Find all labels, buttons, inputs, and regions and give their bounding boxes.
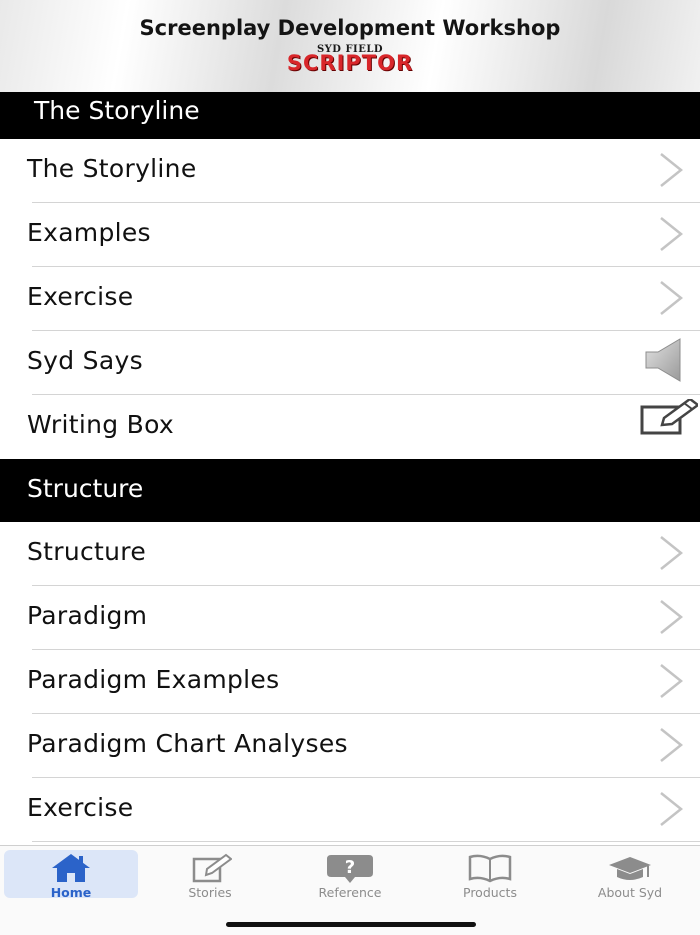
- list-item-examples[interactable]: Examples: [0, 203, 700, 267]
- tab-label: Products: [463, 885, 517, 900]
- app-header: Screenplay Development Workshop SYD FIEL…: [0, 0, 700, 92]
- scriptor-logo: SCRIPTOR: [286, 51, 414, 75]
- list-item-label: Examples: [27, 218, 151, 247]
- tab-home[interactable]: Home: [4, 850, 138, 900]
- list-item-label: Syd Says: [27, 346, 143, 375]
- tab-stories[interactable]: Stories: [143, 850, 277, 900]
- section-title: The Storyline: [34, 96, 200, 125]
- section-header-storyline: The Storyline: [0, 92, 700, 139]
- tab-label: Reference: [318, 885, 382, 900]
- chevron-right-icon: [660, 153, 684, 187]
- list-item-label: Paradigm Examples: [27, 665, 280, 694]
- chevron-right-icon: [660, 600, 684, 634]
- section-title: Structure: [27, 474, 144, 503]
- list-item-label: Writing Box: [27, 410, 175, 439]
- home-icon: [52, 854, 90, 882]
- list-item-label: Exercise: [27, 793, 134, 822]
- list-item-paradigm[interactable]: Paradigm: [0, 586, 700, 650]
- tab-label: Home: [50, 885, 92, 900]
- row-divider: [32, 841, 700, 842]
- home-indicator[interactable]: [226, 922, 476, 927]
- pencil-square-icon: [192, 853, 232, 883]
- list-item-label: Paradigm Chart Analyses: [27, 729, 348, 758]
- list-item-paradigm-chart-analyses[interactable]: Paradigm Chart Analyses: [0, 714, 700, 778]
- list-item-exercise[interactable]: Exercise: [0, 267, 700, 331]
- chevron-right-icon: [660, 728, 684, 762]
- list-item-the-storyline[interactable]: The Storyline: [0, 139, 700, 203]
- tab-label: About Syd: [597, 885, 663, 900]
- app-title: Screenplay Development Workshop: [139, 16, 561, 40]
- list-item-label: Exercise: [27, 282, 134, 311]
- list-item-paradigm-examples[interactable]: Paradigm Examples: [0, 650, 700, 714]
- chevron-right-icon: [660, 536, 684, 570]
- chevron-right-icon: [660, 664, 684, 698]
- list-item-syd-says[interactable]: Syd Says: [0, 331, 700, 395]
- tab-label: Stories: [188, 885, 232, 900]
- list-item-label: Paradigm: [27, 601, 148, 630]
- list-item-structure-exercise[interactable]: Exercise: [0, 778, 700, 842]
- tab-products[interactable]: Products: [423, 850, 557, 900]
- svg-text:?: ?: [345, 857, 355, 878]
- list-item-label: The Storyline: [27, 154, 197, 183]
- edit-icon[interactable]: [640, 399, 698, 435]
- section-header-structure: Structure: [0, 459, 700, 522]
- chevron-right-icon: [660, 217, 684, 251]
- speaker-icon[interactable]: [644, 337, 684, 383]
- chevron-right-icon: [660, 281, 684, 315]
- list-item-label: Structure: [27, 537, 146, 566]
- tab-about-syd[interactable]: About Syd: [563, 850, 697, 900]
- graduation-cap-icon: [609, 857, 651, 880]
- tab-reference[interactable]: ? Reference: [283, 850, 417, 900]
- question-bubble-icon: ?: [327, 855, 373, 883]
- chevron-right-icon: [660, 792, 684, 826]
- list-item-structure[interactable]: Structure: [0, 522, 700, 586]
- open-book-icon: [468, 854, 512, 883]
- list-item-writing-box[interactable]: Writing Box: [0, 395, 700, 459]
